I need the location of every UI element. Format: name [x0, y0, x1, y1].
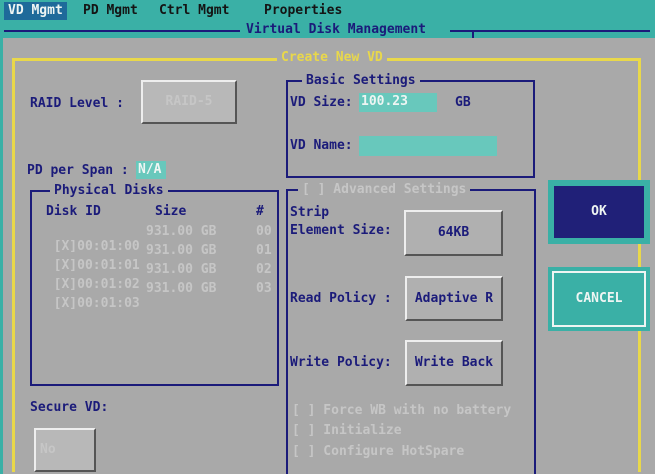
menu-properties[interactable]: Properties — [260, 2, 346, 20]
element-size-label: Element Size: — [290, 223, 392, 238]
vd-size-unit: GB — [455, 95, 471, 110]
pd-per-span-label: PD per Span : — [27, 163, 129, 178]
title-rule-tick — [472, 30, 474, 38]
disk-size: 931.00 GB — [146, 224, 217, 239]
disk-id: 00:01:03 — [77, 296, 140, 311]
title-rule-right — [450, 30, 650, 32]
ok-button[interactable]: OK — [548, 180, 650, 244]
read-policy-label: Read Policy : — [290, 291, 392, 306]
window-title: Virtual Disk Management — [246, 22, 427, 37]
disk-number: 00 — [256, 224, 272, 239]
vd-size-input[interactable]: 100.23 — [359, 93, 437, 112]
disk-number: 03 — [256, 281, 272, 296]
ok-button-label[interactable]: OK — [554, 186, 644, 238]
write-policy-label: Write Policy: — [290, 355, 392, 370]
menu-ctrl-mgmt[interactable]: Ctrl Mgmt — [155, 2, 233, 20]
menu-bar: VD Mgmt PD Mgmt Ctrl Mgmt Properties — [0, 0, 655, 22]
vd-name-label: VD Name: — [290, 138, 353, 153]
basic-settings-title: Basic Settings — [302, 73, 420, 89]
disk-number: 02 — [256, 262, 272, 277]
col-size: Size — [155, 204, 187, 219]
vd-name-input[interactable] — [359, 136, 497, 156]
window-title-bar: Virtual Disk Management — [0, 22, 655, 38]
physical-disks-title: Physical Disks — [50, 183, 168, 199]
read-policy-select[interactable]: Adaptive R — [405, 276, 503, 321]
configure-hotspare-option[interactable]: [ ] Configure HotSpare — [292, 444, 464, 460]
disk-size: 931.00 GB — [146, 281, 217, 296]
write-policy-select[interactable]: Write Back — [405, 340, 503, 386]
raid-level-select[interactable]: RAID-5 — [141, 80, 237, 124]
disk-size: 931.00 GB — [146, 243, 217, 258]
pd-per-span-field[interactable]: N/A — [136, 161, 166, 179]
col-disk-id: Disk ID — [46, 204, 101, 219]
secure-vd-label: Secure VD: — [30, 400, 109, 415]
disk-number: 01 — [256, 243, 272, 258]
menu-vd-mgmt[interactable]: VD Mgmt — [4, 2, 67, 20]
strip-label: Strip — [290, 205, 330, 220]
col-number: # — [256, 204, 264, 219]
secure-vd-select[interactable]: No — [34, 428, 96, 472]
force-wb-option[interactable]: [ ] Force WB with no battery — [292, 403, 511, 419]
dialog-title: Create New VD — [277, 50, 387, 66]
disk-row[interactable]: [X]00:01:03 — [38, 281, 140, 311]
initialize-option[interactable]: [ ] Initialize — [292, 423, 402, 439]
raid-level-label: RAID Level : — [30, 96, 124, 111]
vd-size-label: VD Size: — [290, 95, 353, 110]
strip-size-select[interactable]: 64KB — [404, 210, 503, 256]
menu-pd-mgmt[interactable]: PD Mgmt — [79, 2, 142, 20]
cancel-button-label[interactable]: CANCEL — [552, 271, 646, 327]
disk-size: 931.00 GB — [146, 262, 217, 277]
cancel-button[interactable]: CANCEL — [548, 267, 650, 331]
disk-checkbox[interactable]: [X] — [54, 296, 77, 311]
title-rule-left — [4, 30, 240, 32]
advanced-settings-title[interactable]: [ ] Advanced Settings — [298, 182, 471, 198]
